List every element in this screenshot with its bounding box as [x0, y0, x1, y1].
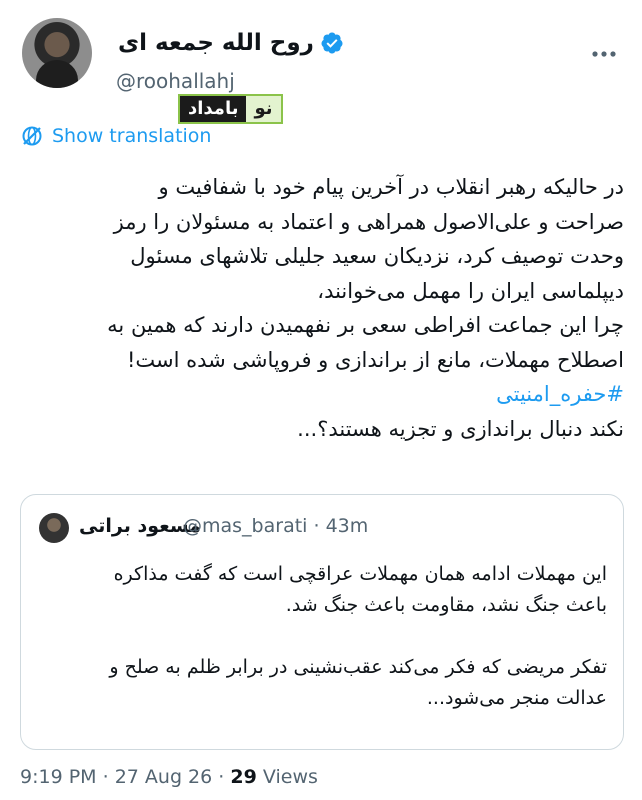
quoted-author-meta: @mas_barati · 43m	[183, 515, 368, 537]
author-name-row[interactable]: روح الله جمعه ای	[118, 30, 344, 56]
verified-badge-icon	[321, 32, 343, 54]
quoted-author-handle[interactable]: @mas_barati	[183, 515, 307, 537]
meta-separator: ·	[313, 515, 320, 537]
quoted-line: تفکر مریضی که فکر می‌کند عقب‌نشینی در بر…	[109, 656, 607, 678]
more-options-icon[interactable]	[588, 44, 620, 64]
quoted-tweet-card[interactable]: مسعود براتی @mas_barati · 43m این مهملات…	[20, 494, 624, 750]
tweet-body: در حالیکه رهبر انقلاب در آخرین پیام خود …	[20, 170, 624, 446]
views-count[interactable]: 29	[230, 766, 256, 788]
watermark-main-text: بامداد	[180, 96, 247, 122]
quoted-line: این مهملات ادامه همان مهملات عراقچی است …	[113, 563, 607, 585]
author-display-name[interactable]: روح الله جمعه ای	[118, 30, 314, 56]
tweet-line: چرا این جماعت افراطی سعی بر نفهمیدن دارن…	[107, 313, 624, 337]
tweet-header: روح الله جمعه ای @roohallahj بامداد نو	[18, 14, 624, 124]
tweet-line: وحدت توصیف کرد، نزدیکان سعید جلیلی تلاشه…	[130, 244, 624, 268]
tweet-date[interactable]: 27 Aug 26	[115, 766, 213, 788]
quoted-tweet-body: این مهملات ادامه همان مهملات عراقچی است …	[37, 559, 607, 714]
tweet-line: صراحت و علی‌الاصول همراهی و اعتماد به مس…	[113, 209, 624, 234]
tweet-line: اصطلاح مهملات، مانع از براندازی و فروپاش…	[126, 347, 624, 372]
quoted-tweet-header: مسعود براتی @mas_barati · 43m	[39, 513, 609, 545]
tweet-line: نکند دنبال براندازی و تجزیه هستند؟...	[297, 416, 624, 441]
quoted-line: باعث جنگ نشد، مقاومت باعث جنگ شد.	[285, 594, 607, 616]
tweet-line: دیپلماسی ایران را مهمل می‌خوانند،	[317, 278, 624, 303]
show-translation-label[interactable]: Show translation	[52, 125, 211, 147]
globe-slash-icon	[22, 126, 42, 146]
meta-dot: ·	[218, 766, 225, 788]
meta-dot: ·	[102, 766, 109, 788]
channel-watermark: بامداد نو	[178, 94, 283, 124]
hashtag-link[interactable]: #حفره_امنیتی	[20, 377, 624, 412]
tweet-time[interactable]: 9:19 PM	[20, 766, 97, 788]
author-avatar[interactable]	[22, 18, 92, 88]
quoted-author-avatar[interactable]	[39, 513, 69, 543]
views-label: Views	[262, 766, 318, 788]
watermark-accent-text: نو	[246, 96, 281, 122]
author-handle[interactable]: @roohallahj	[116, 69, 235, 93]
quoted-line: عدالت منجر می‌شود...	[426, 687, 607, 709]
show-translation-link[interactable]: Show translation	[20, 124, 211, 148]
tweet-line: در حالیکه رهبر انقلاب در آخرین پیام خود …	[158, 175, 624, 199]
quoted-tweet-time[interactable]: 43m	[326, 515, 369, 537]
tweet-metadata: 9:19 PM · 27 Aug 26 · 29 Views	[20, 766, 318, 788]
